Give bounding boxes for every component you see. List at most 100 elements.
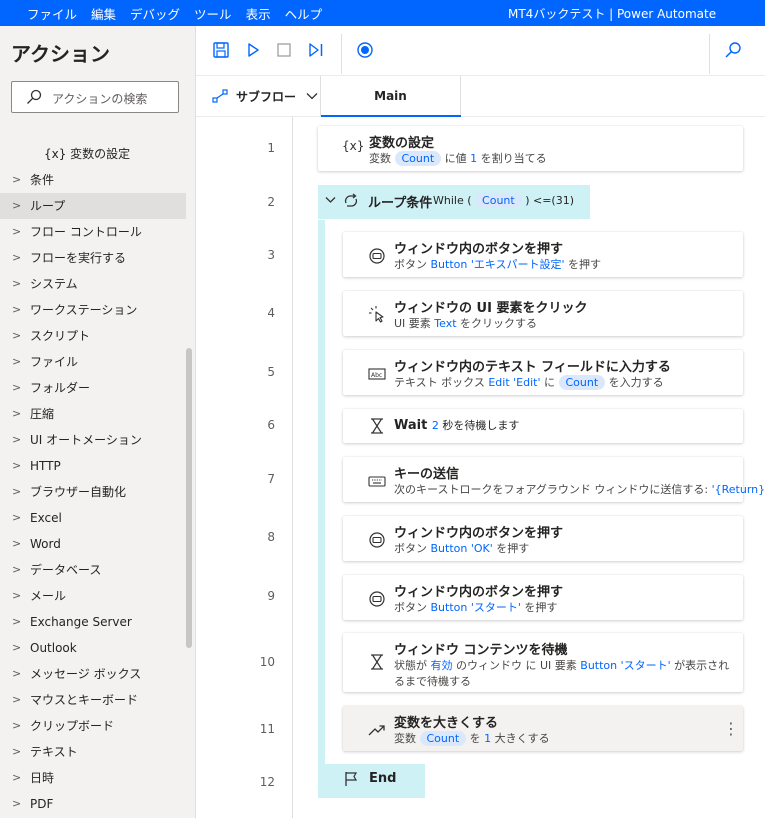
line-number: 5 (267, 365, 275, 379)
line-number: 12 (259, 775, 275, 789)
step-description: While ( Count ) <=(31) (433, 193, 575, 208)
chevron-right-icon: > (12, 485, 22, 498)
menu-debug[interactable]: デバッグ (130, 4, 180, 23)
category-run-flow[interactable]: > フローを実行する (0, 245, 186, 271)
category-system[interactable]: > システム (0, 271, 186, 297)
step-title: 変数を大きくする (394, 716, 499, 731)
category-outlook[interactable]: > Outlook (0, 635, 186, 661)
category-exchange-server[interactable]: > Exchange Server (0, 609, 186, 635)
chevron-right-icon: > (12, 589, 22, 602)
step-set-variable[interactable]: {x} 変数の設定 変数 Count に値 1 を割り当てる (318, 126, 743, 171)
hourglass-icon (371, 418, 383, 434)
actions-panel: アクション アクションの検索 {x} 変数の設定 > 条件 > ループ > フロー コ… (0, 26, 196, 818)
step-title: ウィンドウ内のボタンを押す (394, 526, 564, 541)
step-end[interactable]: End (318, 764, 425, 798)
chevron-right-icon: > (12, 381, 22, 394)
action-tree: {x} 変数の設定 > 条件 > ループ > フロー コントロール > フローを実行する… (0, 141, 186, 817)
category-excel[interactable]: > Excel (0, 505, 186, 531)
save-icon[interactable] (212, 41, 230, 59)
category-conditions[interactable]: > 条件 (0, 167, 186, 193)
category-file[interactable]: > ファイル (0, 349, 186, 375)
action-search-input[interactable]: アクションの検索 (11, 81, 179, 113)
more-options-icon[interactable]: ⋮ (723, 719, 739, 738)
step-title: ウィンドウ内のテキスト フィールドに入力する (394, 360, 671, 375)
chevron-right-icon: > (12, 641, 22, 654)
menu-help[interactable]: ヘルプ (285, 4, 323, 23)
chevron-right-icon: > (12, 537, 22, 550)
category-ui-automation[interactable]: > UI オートメーション (0, 427, 186, 453)
flow-canvas: 1 2 3 4 5 6 7 8 9 10 11 12 {x} 変数の設定 変数 … (196, 117, 765, 818)
chevron-right-icon: > (12, 277, 22, 290)
step-click-ui-element[interactable]: ウィンドウの UI 要素をクリック UI 要素 Text をクリックする (343, 291, 743, 336)
step-title: ループ条件 (368, 196, 433, 211)
subflow-dropdown[interactable]: サブフロー (212, 86, 318, 106)
category-browser-automation[interactable]: > ブラウザー自動化 (0, 479, 186, 505)
chevron-right-icon: > (12, 329, 22, 342)
step-wait-window-content[interactable]: ウィンドウ コンテンツを待機 状態が 有効 のウィンドウ に UI 要素 But… (343, 633, 743, 692)
variable-pill[interactable]: Count (419, 731, 467, 746)
step-populate-text-field[interactable]: Abc ウィンドウ内のテキスト フィールドに入力する テキスト ボックス Edi… (343, 350, 743, 395)
step-description: 状態が 有効 のウィンドウ に UI 要素 Button 'スタート' が表示さ… (394, 659, 730, 672)
record-icon[interactable] (356, 41, 374, 59)
category-folder[interactable]: > フォルダー (0, 375, 186, 401)
text-field-icon: Abc (368, 368, 386, 380)
trend-up-icon (368, 725, 385, 736)
variable-icon: {x} (342, 139, 365, 153)
toolbar-divider (341, 34, 342, 74)
chevron-down-icon[interactable] (325, 196, 336, 204)
action-set-variable[interactable]: {x} 変数の設定 (0, 141, 186, 167)
category-flow-control[interactable]: > フロー コントロール (0, 219, 186, 245)
line-number: 10 (259, 655, 275, 669)
actions-scrollbar[interactable] (186, 348, 192, 648)
chevron-right-icon: > (12, 407, 22, 420)
step-description-line2: るまで待機する (394, 675, 471, 688)
search-icon[interactable] (724, 41, 742, 59)
step-increase-variable[interactable]: 変数を大きくする 変数 Count を 1 大きくする ⋮ (343, 706, 743, 751)
menu-view[interactable]: 表示 (246, 4, 271, 23)
chevron-right-icon: > (12, 563, 22, 576)
line-number: 2 (267, 195, 275, 209)
category-database[interactable]: > データベース (0, 557, 186, 583)
step-title: キーの送信 (394, 467, 460, 482)
category-mouse-keyboard[interactable]: > マウスとキーボード (0, 687, 186, 713)
step-description: ボタン Button 'スタート' を押す (394, 601, 558, 614)
click-icon (369, 306, 384, 323)
chevron-right-icon: > (12, 667, 22, 680)
category-text[interactable]: > テキスト (0, 739, 186, 765)
menu-tools[interactable]: ツール (194, 4, 232, 23)
category-datetime[interactable]: > 日時 (0, 765, 186, 791)
category-compression[interactable]: > 圧縮 (0, 401, 186, 427)
category-word[interactable]: > Word (0, 531, 186, 557)
variable-pill[interactable]: Count (475, 193, 522, 208)
step-wait[interactable]: Wait 2 秒を待機します (343, 409, 743, 443)
actions-panel-title: アクション (11, 42, 110, 66)
category-workstation[interactable]: > ワークステーション (0, 297, 186, 323)
step-press-button[interactable]: ウィンドウ内のボタンを押す ボタン Button 'スタート' を押す (343, 575, 743, 620)
category-http[interactable]: > HTTP (0, 453, 186, 479)
menu-edit[interactable]: 編集 (91, 4, 116, 23)
chevron-right-icon: > (12, 199, 22, 212)
menu-file[interactable]: ファイル (27, 4, 77, 23)
line-number: 11 (259, 722, 275, 736)
chevron-right-icon: > (12, 355, 22, 368)
step-send-keys[interactable]: キーの送信 次のキーストロークをフォアグラウンド ウィンドウに送信する: '{R… (343, 457, 765, 502)
category-scripting[interactable]: > スクリプト (0, 323, 186, 349)
category-loops[interactable]: > ループ (0, 193, 186, 219)
category-pdf[interactable]: > PDF (0, 791, 186, 817)
variable-pill[interactable]: Count (394, 151, 442, 166)
search-placeholder: アクションの検索 (52, 92, 148, 106)
menu-bar: ファイル 編集 デバッグ ツール 表示 ヘルプ (20, 0, 329, 26)
step-icon[interactable] (307, 41, 325, 59)
variable-pill[interactable]: Count (558, 375, 606, 390)
subflow-tab-bar: サブフロー Main (196, 76, 765, 117)
chevron-right-icon: > (12, 719, 22, 732)
step-loop-condition[interactable]: ループ条件 While ( Count ) <=(31) (318, 185, 590, 219)
category-clipboard[interactable]: > クリップボード (0, 713, 186, 739)
run-icon[interactable] (244, 41, 262, 59)
category-message-box[interactable]: > メッセージ ボックス (0, 661, 186, 687)
category-email[interactable]: > メール (0, 583, 186, 609)
chevron-right-icon: > (12, 771, 22, 784)
tab-main[interactable]: Main (321, 76, 461, 117)
step-press-button[interactable]: ウィンドウ内のボタンを押す ボタン Button 'OK' を押す (343, 516, 743, 561)
step-press-button[interactable]: ウィンドウ内のボタンを押す ボタン Button 'エキスパート設定' を押す (343, 232, 743, 277)
